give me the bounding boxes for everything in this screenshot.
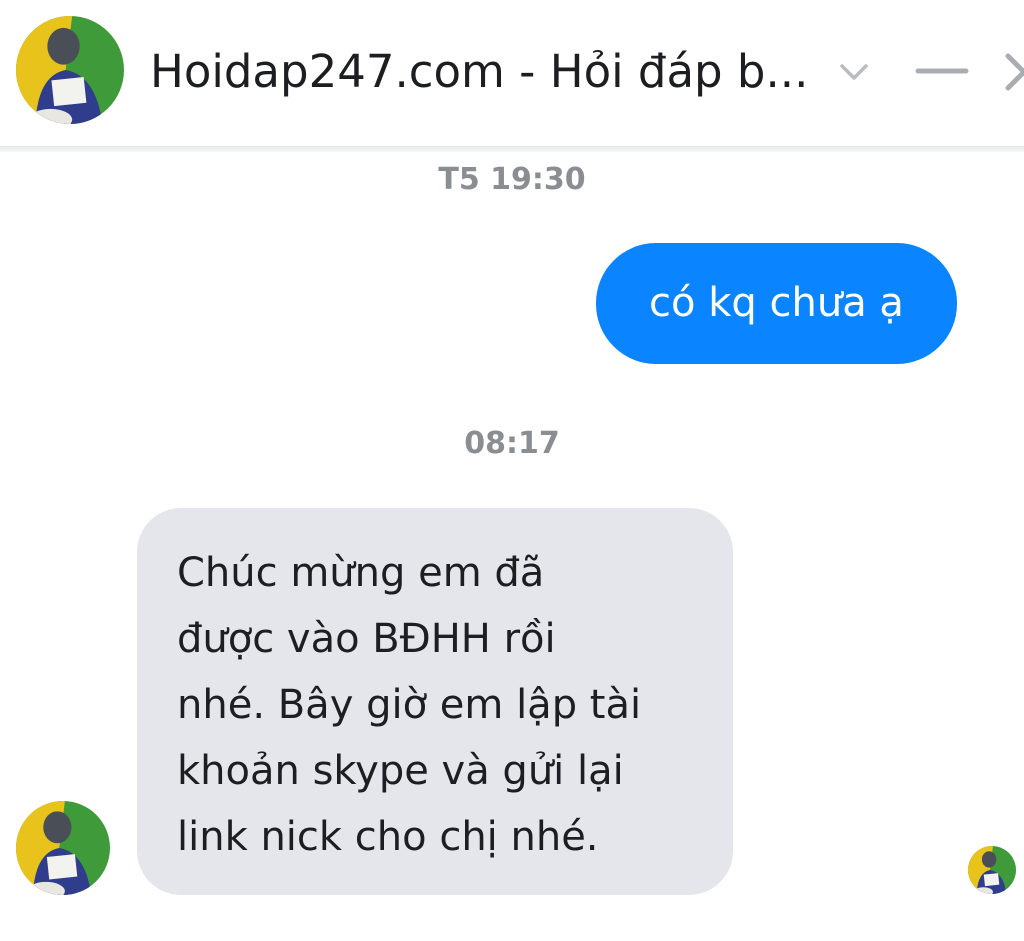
close-icon[interactable] (1000, 50, 1024, 94)
minimize-icon[interactable] (914, 56, 970, 86)
incoming-message[interactable]: Chúc mừng em đã được vào BĐHH rồi nhé. B… (137, 508, 733, 895)
avatar-icon (968, 846, 1016, 894)
header-divider (0, 146, 1024, 152)
sender-avatar[interactable] (16, 801, 110, 895)
seen-indicator-avatar (968, 846, 1016, 894)
conversation-title[interactable]: Hoidap247.com - Hỏi đáp b... (150, 44, 820, 100)
chat-window: Hoidap247.com - Hỏi đáp b... T5 19:30 có… (0, 0, 1024, 941)
message-timestamp: T5 19:30 (438, 162, 586, 197)
outgoing-message[interactable]: có kq chưa ạ (596, 243, 957, 364)
avatar-icon (16, 801, 110, 895)
message-timestamp: 08:17 (464, 426, 560, 461)
avatar-icon (16, 16, 124, 124)
contact-avatar[interactable] (16, 16, 124, 124)
chevron-down-icon[interactable] (836, 58, 872, 86)
chat-header: Hoidap247.com - Hỏi đáp b... (0, 0, 1024, 146)
